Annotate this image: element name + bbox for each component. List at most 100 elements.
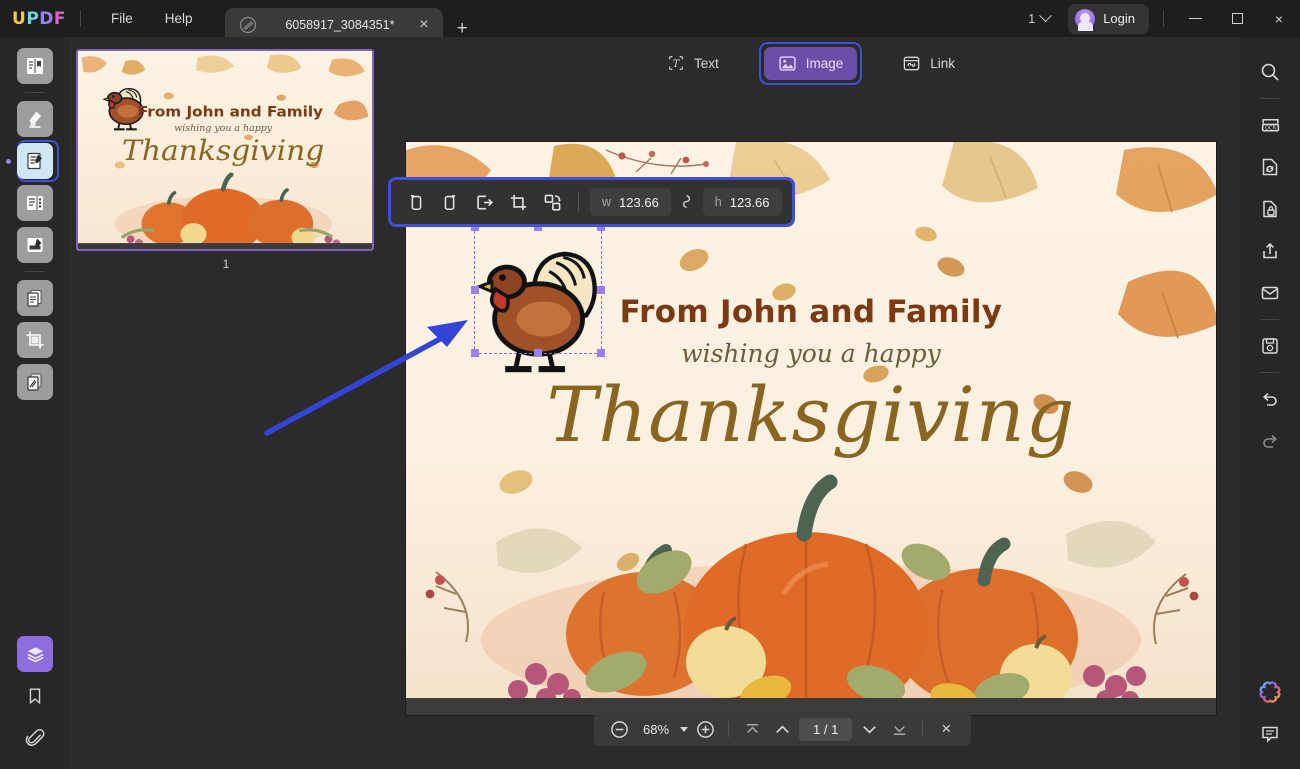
sidebar-attachments[interactable] (0, 717, 70, 759)
edit-document-icon (17, 143, 53, 179)
login-button[interactable]: Login (1068, 4, 1149, 34)
right-ocr[interactable]: OCR (1240, 104, 1300, 146)
rotate-left-icon (406, 192, 426, 212)
rotate-right-icon (440, 192, 460, 212)
maximize-button[interactable] (1216, 0, 1258, 37)
undo-arrow-icon (1259, 388, 1281, 410)
last-page-icon (890, 720, 909, 739)
right-redo[interactable] (1240, 420, 1300, 462)
sidebar-comment-tool[interactable] (0, 98, 70, 140)
menu-file[interactable]: File (95, 5, 149, 32)
zoom-dropdown-caret-icon[interactable] (680, 727, 688, 732)
form-fill-icon (17, 227, 53, 263)
first-page-button[interactable] (739, 716, 765, 742)
zoom-divider-1 (728, 721, 729, 737)
sidebar-layers[interactable] (0, 633, 70, 675)
tab-link[interactable]: Link (888, 47, 969, 80)
resize-handle-sw[interactable] (471, 349, 479, 357)
logo-letter-p: P (26, 9, 39, 29)
thumbnail-render: From John and Family wishing you a happy… (78, 51, 372, 249)
updf-logo: UPDF (12, 9, 66, 29)
new-tab-button[interactable]: + (457, 19, 468, 38)
image-edit-toolbar: w 123.66 h 123.66 (391, 180, 792, 224)
toolbar-divider (578, 192, 579, 212)
reader-book-icon (17, 48, 53, 84)
right-email[interactable] (1240, 272, 1300, 314)
sidebar-edit-pdf-tool[interactable] (0, 140, 70, 182)
logo-letter-f: F (54, 9, 66, 29)
logo-letter-u: U (12, 9, 26, 29)
close-tab-button[interactable]: × (413, 17, 434, 33)
tab-text-label: Text (694, 56, 719, 71)
right-rail-separator-3 (1261, 372, 1279, 373)
svg-text:OCR: OCR (1264, 125, 1276, 131)
zoom-level-value[interactable]: 68% (636, 722, 676, 737)
sidebar-form-tool[interactable] (0, 224, 70, 266)
next-page-button[interactable] (856, 716, 882, 742)
right-ai-assistant[interactable] (1240, 671, 1300, 713)
rotate-right-button[interactable] (435, 187, 465, 217)
search-icon (1259, 61, 1281, 83)
resize-handle-e[interactable] (597, 286, 605, 294)
close-zoom-bar-button[interactable]: × (933, 716, 959, 742)
sidebar-ocr-tool[interactable] (0, 361, 70, 403)
right-protect[interactable] (1240, 188, 1300, 230)
image-height-field[interactable]: h 123.66 (703, 188, 782, 216)
previous-page-button[interactable] (769, 716, 795, 742)
pdf-page[interactable]: From John and Family wishing you a happy… (406, 142, 1216, 715)
last-page-button[interactable] (886, 716, 912, 742)
sidebar-bookmarks[interactable] (0, 675, 70, 717)
right-convert[interactable] (1240, 146, 1300, 188)
active-tool-dot (6, 159, 11, 164)
tab-image[interactable]: Image (764, 47, 858, 80)
first-page-icon (743, 720, 762, 739)
right-save[interactable] (1240, 325, 1300, 367)
svg-text:Thanksgiving: Thanksgiving (122, 134, 324, 167)
convert-document-icon (17, 280, 53, 316)
crop-icon (508, 192, 529, 213)
right-share[interactable] (1240, 230, 1300, 272)
edit-mode-tabs: T Text Image Link (382, 37, 1240, 89)
tab-text[interactable]: T Text (653, 47, 733, 79)
sidebar-convert-tool[interactable] (0, 277, 70, 319)
right-search[interactable] (1240, 51, 1300, 93)
extract-image-button[interactable] (469, 187, 499, 217)
minimize-button[interactable] (1174, 0, 1216, 37)
login-label: Login (1103, 11, 1135, 26)
left-tool-rail (0, 37, 70, 769)
link-tool-icon (902, 54, 921, 73)
replace-image-button[interactable] (537, 187, 567, 217)
text-tool-icon: T (667, 54, 685, 72)
logo-letter-d: D (39, 9, 54, 29)
rotate-left-button[interactable] (401, 187, 431, 217)
image-width-field[interactable]: w 123.66 (590, 188, 671, 216)
ocr-recognize-icon (17, 364, 53, 400)
crop-page-icon (17, 322, 53, 358)
aspect-ratio-lock-icon[interactable] (675, 193, 699, 212)
sidebar-crop-tool[interactable] (0, 319, 70, 361)
highlighter-pen-icon (17, 101, 53, 137)
window-count-selector[interactable]: 1 (1020, 8, 1058, 30)
sidebar-organize-pages-tool[interactable] (0, 182, 70, 224)
title-divider (80, 11, 81, 27)
right-undo[interactable] (1240, 378, 1300, 420)
page-indicator[interactable]: 1 / 1 (799, 718, 852, 741)
page-thumbnail-1[interactable]: From John and Family wishing you a happy… (76, 49, 376, 271)
convert-icon (1259, 156, 1281, 178)
resize-handle-se[interactable] (597, 349, 605, 357)
resize-handle-w[interactable] (471, 286, 479, 294)
right-tool-rail: OCR (1240, 37, 1300, 769)
close-window-button[interactable]: × (1258, 0, 1300, 37)
minimize-icon (1189, 18, 1202, 19)
right-comment[interactable] (1240, 713, 1300, 755)
zoom-out-button[interactable] (606, 716, 632, 742)
menu-help[interactable]: Help (149, 5, 209, 32)
zoom-in-button[interactable] (692, 716, 718, 742)
crop-image-button[interactable] (503, 187, 533, 217)
ocr-icon: OCR (1259, 114, 1282, 137)
resize-handle-s[interactable] (534, 349, 542, 357)
image-selection-box[interactable] (474, 226, 602, 354)
sidebar-reader-tool[interactable] (0, 45, 70, 87)
rail-separator-2 (25, 271, 45, 272)
maximize-icon (1232, 13, 1243, 24)
